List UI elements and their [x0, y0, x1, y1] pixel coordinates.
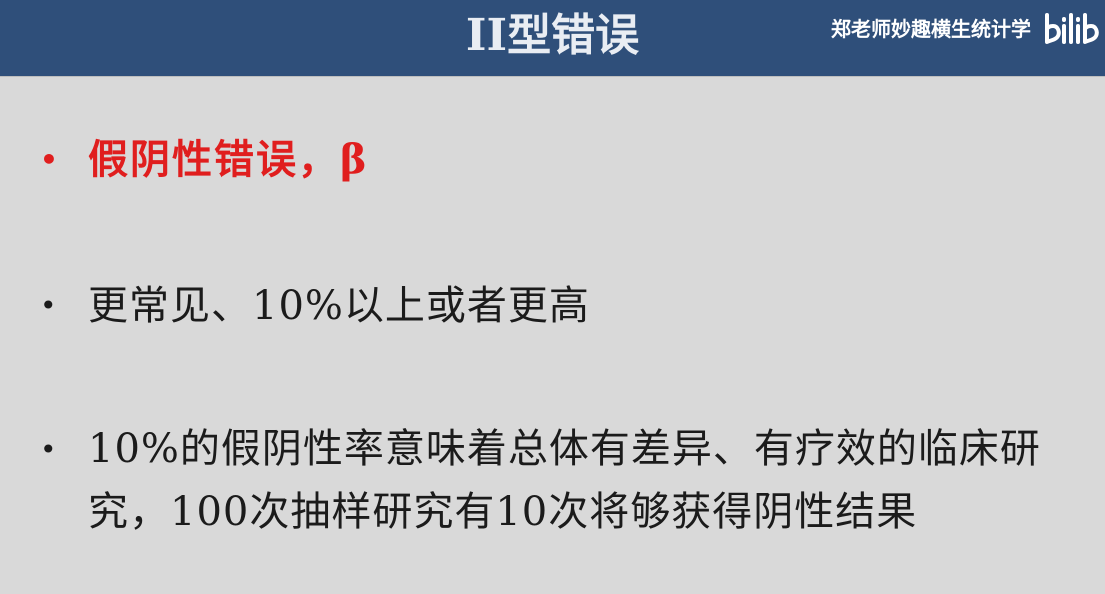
channel-watermark: 郑老师妙趣横生统计学: [831, 0, 1099, 58]
bullet-text: 假阴性错误，β: [88, 136, 369, 183]
bullet-interpretation: • 10%的假阴性率意味着总体有差异、有疗效的临床研究，100次抽样研究有10次…: [40, 422, 1090, 544]
bullet-frequency: • 更常见、10%以上或者更高: [40, 278, 1090, 334]
watermark-text: 郑老师妙趣横生统计学: [831, 17, 1031, 41]
bullet-false-negative: • 假阴性错误，β: [40, 132, 1090, 188]
bullet-text: 10%的假阴性率意味着总体有差异、有疗效的临床研究，100次抽样研究有10次将够…: [88, 426, 1041, 535]
slide-header: II型错误 郑老师妙趣横生统计学: [0, 0, 1105, 76]
bilibili-logo-icon: [1045, 13, 1099, 44]
bullet-marker: •: [40, 433, 57, 466]
slide-content: • 假阴性错误，β • 更常见、10%以上或者更高 • 10%的假阴性率意味着总…: [0, 76, 1105, 594]
bullet-marker: •: [40, 143, 58, 176]
bullet-text: 更常见、10%以上或者更高: [88, 283, 590, 329]
bullet-marker: •: [40, 289, 57, 322]
